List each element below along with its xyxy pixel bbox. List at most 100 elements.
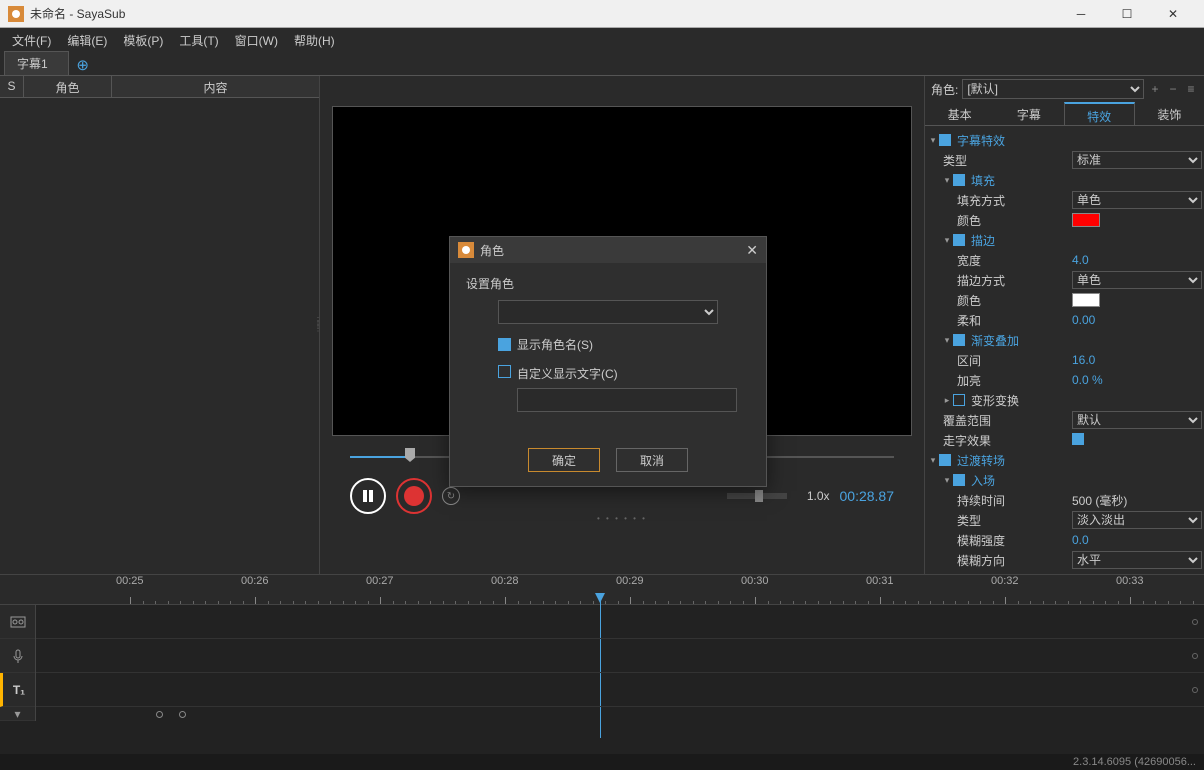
checkbox-icon[interactable] xyxy=(953,394,965,406)
prop-fill-mode-label: 填充方式 xyxy=(955,192,1072,209)
prop-in-dur-unit: (毫秒) xyxy=(1095,494,1127,508)
prop-in-dur-label: 持续时间 xyxy=(955,492,1072,509)
track-row-video[interactable] xyxy=(36,605,1204,639)
checkbox-icon[interactable] xyxy=(953,334,965,346)
prop-blur-strength-value[interactable]: 0.0 xyxy=(1072,533,1202,547)
track-row-audio[interactable] xyxy=(36,639,1204,673)
tab-effects[interactable]: 特效 xyxy=(1064,102,1135,125)
menu-edit[interactable]: 编辑(E) xyxy=(59,29,115,52)
checkbox-icon[interactable] xyxy=(953,174,965,186)
show-name-label: 显示角色名(S) xyxy=(517,336,593,353)
section-gradient: 渐变叠加 xyxy=(969,332,1202,349)
custom-text-input[interactable] xyxy=(517,388,737,412)
panel-grip-left[interactable]: ⋮⋮⋮ xyxy=(314,319,323,331)
custom-text-checkbox[interactable] xyxy=(498,365,511,378)
role-name-select[interactable] xyxy=(498,300,718,324)
expand-icon[interactable]: ▾ xyxy=(927,455,939,466)
tab-subtitle[interactable]: 字幕 xyxy=(994,102,1063,125)
expand-icon[interactable]: ▾ xyxy=(941,235,953,246)
ruler-label: 00:29 xyxy=(616,575,644,587)
prop-stroke-mode-label: 描边方式 xyxy=(955,272,1072,289)
prop-in-type-select[interactable]: 淡入淡出 xyxy=(1072,511,1202,529)
track-knob-icon[interactable] xyxy=(1192,619,1198,625)
timeline-ruler[interactable]: 00:2500:2600:2700:2800:2900:3000:3100:32… xyxy=(0,575,1204,605)
checkbox-icon[interactable] xyxy=(953,474,965,486)
dialog-close-button[interactable]: ✕ xyxy=(746,242,758,259)
track-collapse-button[interactable]: ▾ xyxy=(0,707,35,721)
col-header-s[interactable]: S xyxy=(0,76,24,97)
speed-slider[interactable] xyxy=(727,493,787,499)
expand-icon[interactable]: ▾ xyxy=(941,175,953,186)
loop-button[interactable]: ↻ xyxy=(442,487,460,505)
prop-in-dur-value[interactable]: 500 xyxy=(1072,494,1092,508)
track-row-text[interactable] xyxy=(36,673,1204,707)
expand-icon[interactable]: ▸ xyxy=(941,395,953,406)
prop-cover-select[interactable]: 默认 xyxy=(1072,411,1202,429)
prop-stroke-width-value[interactable]: 4.0 xyxy=(1072,253,1202,267)
role-menu-button[interactable]: ≡ xyxy=(1184,82,1198,96)
ruler-label: 00:28 xyxy=(491,575,519,587)
tab-subtitle-1[interactable]: 字幕1 xyxy=(4,51,69,75)
prop-stroke-soft-value[interactable]: 0.00 xyxy=(1072,313,1202,327)
track-video-button[interactable] xyxy=(0,605,35,639)
menu-file[interactable]: 文件(F) xyxy=(4,29,59,52)
expand-icon[interactable]: ▾ xyxy=(941,475,953,486)
timecode: 00:28.87 xyxy=(840,488,895,504)
marker-icon[interactable] xyxy=(179,711,186,718)
role-selector[interactable]: [默认] xyxy=(962,79,1144,99)
role-add-button[interactable]: + xyxy=(1148,82,1162,96)
section-transition: 过渡转场 xyxy=(955,452,1202,469)
panel-grip-bottom[interactable]: • • • • • • xyxy=(350,514,894,523)
tab-basic[interactable]: 基本 xyxy=(925,102,994,125)
prop-grad-bright-value[interactable]: 0.0 % xyxy=(1072,373,1202,387)
prop-grad-range-value[interactable]: 16.0 xyxy=(1072,353,1202,367)
pause-button[interactable] xyxy=(350,478,386,514)
track-knob-icon[interactable] xyxy=(1192,653,1198,659)
checkbox-icon[interactable] xyxy=(953,234,965,246)
title-bar: 未命名 - SayaSub ─ ☐ ✕ xyxy=(0,0,1204,28)
close-button[interactable]: ✕ xyxy=(1150,0,1196,28)
ok-button[interactable]: 确定 xyxy=(528,448,600,472)
checkbox-icon[interactable] xyxy=(939,454,951,466)
custom-text-label: 自定义显示文字(C) xyxy=(517,365,737,382)
dialog-title: 角色 xyxy=(480,242,746,259)
expand-icon[interactable]: ▾ xyxy=(927,135,939,146)
track-text-button[interactable]: T₁ xyxy=(0,673,35,707)
col-header-role[interactable]: 角色 xyxy=(24,76,112,97)
property-tabs: 基本 字幕 特效 装饰 xyxy=(925,102,1204,126)
prop-stroke-color-label: 颜色 xyxy=(955,292,1072,309)
checkbox-icon[interactable] xyxy=(939,134,951,146)
tab-decoration[interactable]: 装饰 xyxy=(1135,102,1204,125)
ruler-label: 00:26 xyxy=(241,575,269,587)
col-header-content[interactable]: 内容 xyxy=(112,76,319,97)
ruler-label: 00:32 xyxy=(991,575,1019,587)
menu-help[interactable]: 帮助(H) xyxy=(286,29,343,52)
stroke-color-swatch[interactable] xyxy=(1072,293,1100,307)
prop-grad-range-label: 区间 xyxy=(955,352,1072,369)
prop-stroke-mode-select[interactable]: 单色 xyxy=(1072,271,1202,289)
prop-grad-bright-label: 加亮 xyxy=(955,372,1072,389)
track-knob-icon[interactable] xyxy=(1192,687,1198,693)
film-icon xyxy=(10,614,26,630)
role-remove-button[interactable]: − xyxy=(1166,82,1180,96)
minimize-button[interactable]: ─ xyxy=(1058,0,1104,28)
expand-icon[interactable]: ▾ xyxy=(941,335,953,346)
menu-window[interactable]: 窗口(W) xyxy=(227,29,286,52)
maximize-button[interactable]: ☐ xyxy=(1104,0,1150,28)
prop-type-select[interactable]: 标准 xyxy=(1072,151,1202,169)
cancel-button[interactable]: 取消 xyxy=(616,448,688,472)
track-audio-button[interactable] xyxy=(0,639,35,673)
show-name-checkbox[interactable] xyxy=(498,338,511,351)
marker-icon[interactable] xyxy=(156,711,163,718)
section-in: 入场 xyxy=(969,472,1202,489)
role-dialog: 角色 ✕ 设置角色 显示角色名(S) 自定义显示文字(C) 确定 取消 xyxy=(449,236,767,487)
marquee-checkbox[interactable] xyxy=(1072,433,1084,445)
menu-tools[interactable]: 工具(T) xyxy=(171,29,226,52)
document-tabstrip: 字幕1 ⊕ xyxy=(0,52,1204,76)
prop-blur-dir-select[interactable]: 水平 xyxy=(1072,551,1202,569)
prop-fill-mode-select[interactable]: 单色 xyxy=(1072,191,1202,209)
fill-color-swatch[interactable] xyxy=(1072,213,1100,227)
menu-template[interactable]: 模板(P) xyxy=(115,29,171,52)
add-tab-button[interactable]: ⊕ xyxy=(73,55,93,75)
record-button[interactable] xyxy=(396,478,432,514)
